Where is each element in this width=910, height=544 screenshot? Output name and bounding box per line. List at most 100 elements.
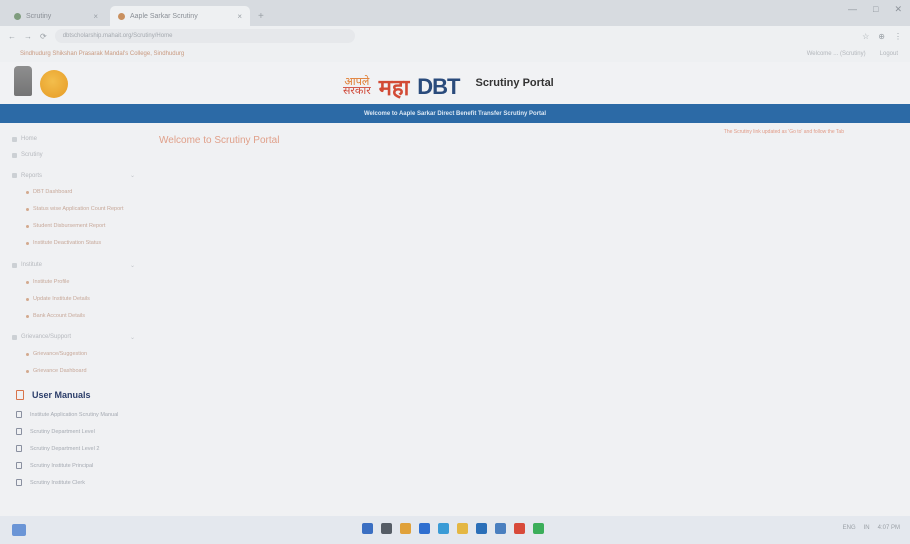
sidebar-subitem[interactable]: Grievance/Suggestion [0,346,145,363]
maha-text: महा [378,76,410,101]
banner-text: Welcome to Aaple Sarkar Direct Benefit T… [363,110,547,117]
sidebar-subitem[interactable]: Grievance Dashboard [0,363,145,380]
taskbar-apps [362,523,544,534]
subitem-label: Update Institute Details [33,295,90,302]
sidebar-item-reports[interactable]: Reports ⌄ [0,167,145,184]
manual-link[interactable]: Scrutiny Institute Principal [0,457,145,474]
notice-text: The Scrutiny link updated as 'Go to' and… [723,129,844,135]
manual-link[interactable]: Scrutiny Department Level [0,423,145,440]
taskbar-app-icon[interactable] [362,523,373,534]
manual-link[interactable]: Institute Application Scrutiny Manual [0,406,145,423]
back-button[interactable]: ← [8,32,16,41]
browser-tab-active[interactable]: Aaple Sarkar Scrutiny × [110,6,250,26]
maximize-button[interactable]: □ [873,4,878,15]
tab-favicon-icon [14,12,21,20]
close-window-button[interactable]: ✕ [894,4,902,15]
taskbar-app-icon[interactable] [533,523,544,534]
subitem-label: DBT Dashboard [33,189,73,195]
extensions-icon[interactable]: ⊕ [878,32,885,41]
bullet-icon [26,370,29,374]
manual-label: Scrutiny Institute Principal [30,462,94,469]
sidebar-item-label: Scrutiny [21,152,43,158]
state-emblem-icon [14,66,32,96]
institute-name: Sindhudurg Shikshan Prasarak Mandal's Co… [20,51,185,57]
widgets-icon[interactable] [12,524,26,536]
tab-label: Aaple Sarkar Scrutiny [130,12,198,20]
aaple-sarkar-logo: आपले सरकार [343,76,371,97]
sidebar-item-label: Institute [21,262,43,269]
sidebar-subitem[interactable]: Student Disbursement Report [0,218,145,235]
browser-tab[interactable]: Scrutiny × [6,6,106,26]
menu-icon[interactable]: ⋮ [894,32,902,41]
home-icon [12,136,17,142]
taskbar-app-icon[interactable] [495,523,506,534]
info-row: Sindhudurg Shikshan Prasarak Mandal's Co… [0,46,910,62]
document-icon [16,428,22,436]
taskbar-app-icon[interactable] [438,523,449,534]
welcome-heading: Welcome to Scrutiny Portal [159,135,280,146]
bullet-icon [26,314,29,318]
mahadbt-logo: आपले सरकार महा DBT Scrutiny Portal [343,72,554,102]
sidebar-subitem[interactable]: Bank Account Details [0,308,145,325]
new-tab-button[interactable]: + [254,6,268,26]
manual-label: Scrutiny Institute Clerk [30,479,86,486]
sarkar-text: सरकार [343,84,371,97]
sidebar-subitem[interactable]: Institute Profile [0,274,145,291]
bookmark-star-icon[interactable]: ☆ [862,32,869,41]
taskbar-app-icon[interactable] [400,523,411,534]
chevron-down-icon: ⌄ [129,334,135,341]
tab-label: Scrutiny [26,12,52,20]
chevron-down-icon: ⌄ [129,173,135,179]
document-icon [16,411,22,419]
subitem-label: Institute Profile [33,278,70,285]
taskbar-app-icon[interactable] [514,523,525,534]
manual-book-icon [16,390,24,401]
sidebar-subitem[interactable]: Status wise Application Count Report [0,201,145,218]
sidebar-item-label: Grievance/Support [21,334,72,341]
scrutiny-icon [12,152,17,158]
os-taskbar: ENG IN 4:07 PM [0,516,910,544]
sidebar-item-grievance[interactable]: Grievance/Support ⌄ [0,329,145,346]
portal-title: Scrutiny Portal [475,77,554,89]
taskbar-app-icon[interactable] [419,523,430,534]
url-input[interactable]: dbtscholarship.mahait.org/Scrutiny/Home [54,29,355,43]
taskbar-app-icon[interactable] [476,523,487,534]
manual-link[interactable]: Scrutiny Department Level 2 [0,440,145,457]
sidebar-item-scrutiny[interactable]: Scrutiny [0,147,145,163]
language-indicator[interactable]: ENG [843,525,856,531]
logout-link[interactable]: Logout [880,51,898,57]
sidebar-item-home[interactable]: Home [0,131,145,147]
portal-header: आपले सरकार महा DBT Scrutiny Portal [0,62,910,104]
close-tab-icon[interactable]: × [93,12,98,21]
bullet-icon [26,225,29,229]
main-panel: Welcome to Scrutiny Portal The Scrutiny … [145,123,910,516]
minimize-button[interactable]: — [848,4,857,15]
system-tray: ENG IN 4:07 PM [843,525,900,531]
welcome-banner: Welcome to Aaple Sarkar Direct Benefit T… [0,104,910,123]
document-icon [16,445,22,453]
sidebar-subitem[interactable]: Update Institute Details [0,291,145,308]
subitem-label: Bank Account Details [33,312,85,319]
sidebar-item-institute[interactable]: Institute ⌄ [0,257,145,274]
manual-label: Scrutiny Department Level [30,428,95,435]
browser-toolbar: ☆ ⊕ ⋮ [862,32,902,41]
chevron-down-icon: ⌄ [129,262,135,269]
close-tab-icon[interactable]: × [237,12,242,21]
subitem-label: Grievance Dashboard [33,368,87,375]
clock[interactable]: 4:07 PM [878,525,900,531]
forward-button[interactable]: → [24,32,32,41]
manual-link[interactable]: Scrutiny Institute Clerk [0,474,145,491]
bullet-icon [26,280,29,284]
sidebar-subitem[interactable]: DBT Dashboard [0,184,145,201]
sidebar: Home Scrutiny Reports ⌄ DBT Dashboard St… [0,123,145,516]
taskbar-app-icon[interactable] [381,523,392,534]
subitem-label: Grievance/Suggestion [33,350,88,357]
bullet-icon [26,191,29,194]
web-page: आपले सरकार महा DBT Scrutiny Portal Welco… [0,62,910,516]
reload-button[interactable]: ⟳ [40,32,47,41]
sidebar-subitem[interactable]: Institute Deactivation Status [0,235,145,252]
subitem-label: Status wise Application Count Report [33,206,124,213]
sidebar-item-label: Home [21,136,38,142]
user-info: Welcome ... (Scrutiny) [806,51,866,57]
taskbar-app-icon[interactable] [457,523,468,534]
